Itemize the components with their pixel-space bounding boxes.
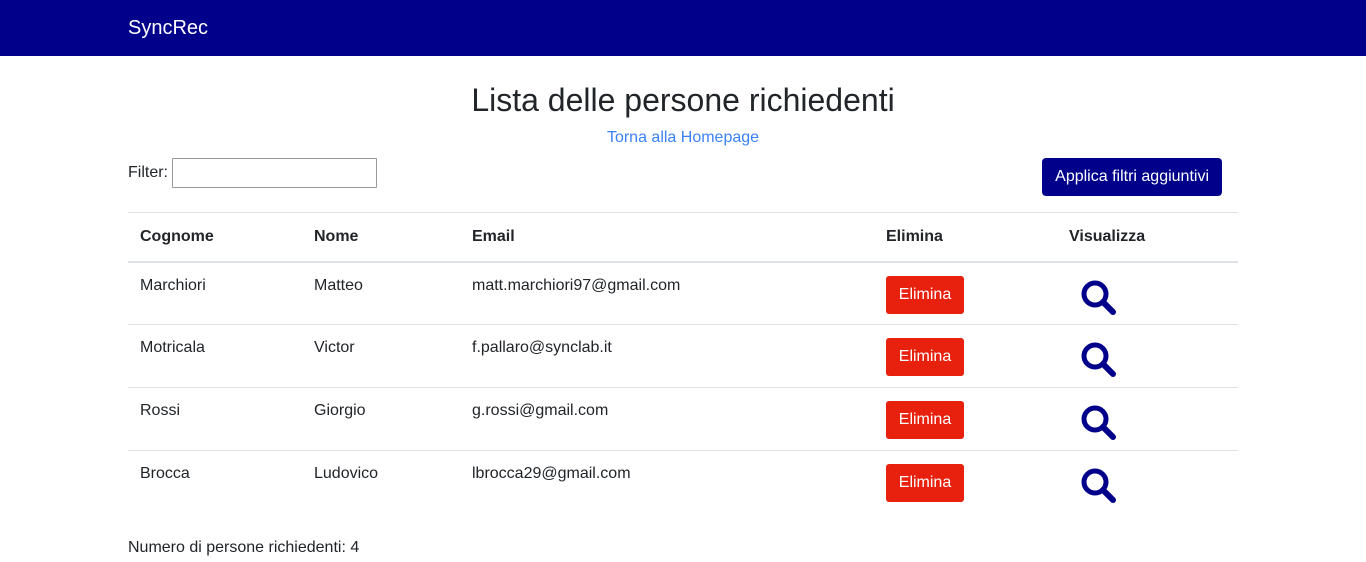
search-icon[interactable]: [1079, 278, 1117, 316]
page-title: Lista delle persone richiedenti: [471, 82, 895, 118]
cell-delete: Elimina: [874, 451, 1057, 514]
delete-button[interactable]: Elimina: [886, 338, 964, 376]
filter-input[interactable]: [172, 158, 377, 188]
navbar: SyncRec: [0, 0, 1366, 56]
cell-view: [1057, 451, 1238, 514]
header-cognome: Cognome: [140, 227, 214, 245]
cell-nome: Victor: [314, 339, 355, 356]
cell-delete: Elimina: [874, 388, 1057, 451]
table-row: Marchiori Matteo matt.marchiori97@gmail.…: [128, 262, 1238, 325]
cell-cognome: Marchiori: [140, 276, 206, 294]
search-icon[interactable]: [1079, 403, 1117, 441]
delete-button[interactable]: Elimina: [886, 464, 964, 502]
filter-row: Filter: Applica filtri aggiuntivi: [128, 158, 1238, 212]
cell-email: f.pallaro@synclab.it: [472, 339, 612, 356]
cell-delete: Elimina: [874, 325, 1057, 388]
cell-cognome: Brocca: [140, 465, 190, 482]
table-row: Rossi Giorgio g.rossi@gmail.com Elimina: [128, 387, 1238, 451]
cell-view: [1057, 388, 1238, 451]
header-email: Email: [472, 227, 515, 245]
cell-cognome: Rossi: [140, 402, 181, 419]
delete-button[interactable]: Elimina: [886, 401, 964, 439]
search-icon[interactable]: [1079, 340, 1117, 378]
search-icon[interactable]: [1079, 466, 1117, 504]
delete-button[interactable]: Elimina: [886, 275, 964, 314]
cell-email: g.rossi@gmail.com: [472, 402, 609, 419]
brand-link[interactable]: SyncRec: [128, 17, 208, 40]
cell-nome: Matteo: [314, 276, 363, 294]
cell-view: [1057, 262, 1238, 325]
table-row: Brocca Ludovico lbrocca29@gmail.com Elim…: [128, 450, 1238, 514]
cell-delete: Elimina: [874, 262, 1057, 325]
cell-cognome: Motricala: [140, 339, 205, 356]
requesters-count: Numero di persone richiedenti: 4: [128, 538, 360, 556]
cell-email: matt.marchiori97@gmail.com: [472, 276, 681, 294]
table-header-row: Cognome Nome Email Elimina Visualizza: [128, 212, 1238, 262]
main-container: Lista delle persone richiedenti Torna al…: [128, 82, 1238, 557]
home-link[interactable]: Torna alla Homepage: [128, 128, 1238, 148]
table-row: Motricala Victor f.pallaro@synclab.it El…: [128, 324, 1238, 388]
header-elimina: Elimina: [886, 227, 943, 245]
filter-label: Filter:: [128, 164, 168, 181]
cell-nome: Giorgio: [314, 402, 366, 419]
cell-nome: Ludovico: [314, 465, 379, 482]
cell-email: lbrocca29@gmail.com: [472, 465, 631, 482]
requesters-table: Cognome Nome Email Elimina Visualizza Ma…: [128, 212, 1238, 514]
cell-view: [1057, 325, 1238, 388]
header-nome: Nome: [314, 227, 359, 245]
apply-filters-button[interactable]: Applica filtri aggiuntivi: [1042, 158, 1222, 196]
header-visualizza: Visualizza: [1069, 227, 1146, 245]
